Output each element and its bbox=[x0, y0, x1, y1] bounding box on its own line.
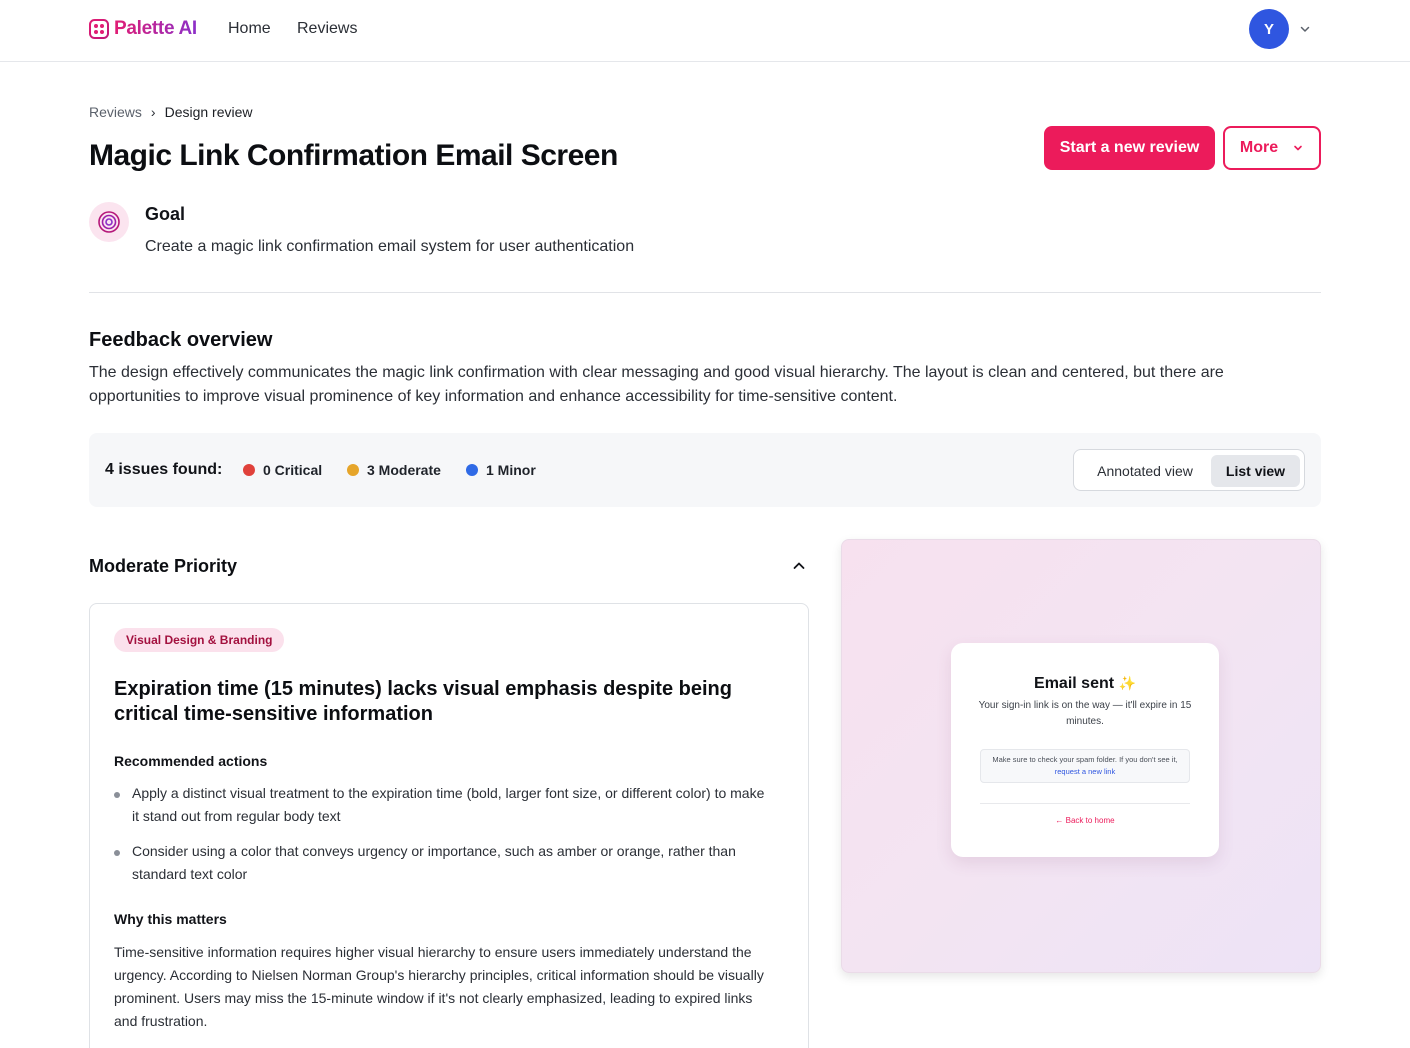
request-new-link[interactable]: request a new link bbox=[1055, 767, 1115, 776]
more-button-label: More bbox=[1239, 139, 1279, 156]
email-sent-title: Email sent ✨ bbox=[951, 673, 1219, 694]
feedback-overview-text: The design effectively communicates the … bbox=[89, 364, 1224, 405]
sparkle-icon: ✨ bbox=[1118, 675, 1136, 691]
brand-name: Palette AI bbox=[114, 18, 197, 39]
back-to-home-link[interactable]: ← Back to home bbox=[951, 815, 1219, 827]
moderate-priority-title: Moderate Priority bbox=[89, 556, 238, 576]
tab-annotated-view[interactable]: Annotated view bbox=[1079, 455, 1211, 487]
email-sent-card: Email sent ✨ Your sign-in link is on the… bbox=[951, 643, 1219, 857]
email-card-divider bbox=[980, 803, 1190, 804]
nav-link-reviews[interactable]: Reviews bbox=[297, 19, 357, 39]
list-item: Consider using a color that conveys urge… bbox=[114, 840, 774, 886]
chevron-down-icon[interactable] bbox=[1298, 22, 1312, 36]
minor-dot-icon bbox=[466, 464, 478, 476]
issues-count: 4 issues found: bbox=[105, 461, 223, 478]
chevron-down-icon bbox=[1294, 145, 1302, 151]
issue-title: Expiration time (15 minutes) lacks visua… bbox=[114, 678, 732, 725]
email-sent-title-text: Email sent bbox=[1034, 675, 1115, 692]
critical-dot-icon bbox=[243, 464, 255, 476]
breadcrumb: Reviews › Design review bbox=[89, 103, 253, 121]
design-preview[interactable]: Email sent ✨ Your sign-in link is on the… bbox=[841, 539, 1321, 973]
user-avatar[interactable]: Y bbox=[1249, 9, 1289, 49]
severity-minor-label: 1 Minor bbox=[486, 462, 536, 478]
email-sent-subtitle: Your sign-in link is on the way — it'll … bbox=[978, 700, 1192, 727]
bullet-icon bbox=[114, 850, 120, 856]
issues-summary-bar: 4 issues found: 0 Critical 3 Moderate 1 … bbox=[89, 433, 1321, 507]
palette-logo-icon bbox=[89, 19, 109, 39]
severity-moderate: 3 Moderate bbox=[347, 462, 441, 478]
more-menu-button[interactable]: More bbox=[1223, 126, 1321, 170]
recommended-actions-label: Recommended actions bbox=[114, 753, 268, 769]
severity-critical-label: 0 Critical bbox=[263, 462, 323, 478]
top-navigation: Palette AI Home Reviews Y bbox=[0, 0, 1410, 62]
action-text: Apply a distinct visual treatment to the… bbox=[132, 785, 765, 824]
bullet-icon bbox=[114, 792, 120, 798]
severity-moderate-label: 3 Moderate bbox=[367, 462, 441, 478]
target-icon bbox=[89, 202, 129, 242]
issue-card: Visual Design & Branding Expiration time… bbox=[89, 603, 809, 1048]
view-toggle: Annotated view List view bbox=[1073, 449, 1305, 491]
why-this-matters-text: Time-sensitive information requires high… bbox=[114, 944, 764, 1029]
chevron-up-icon[interactable] bbox=[790, 557, 808, 575]
goal-label: Goal bbox=[145, 204, 186, 224]
moderate-dot-icon bbox=[347, 464, 359, 476]
severity-critical: 0 Critical bbox=[243, 462, 322, 478]
nav-link-home[interactable]: Home bbox=[228, 19, 271, 39]
breadcrumb-reviews-link[interactable]: Reviews bbox=[89, 103, 142, 121]
goal-description: Create a magic link confirmation email s… bbox=[145, 238, 635, 255]
why-this-matters-label: Why this matters bbox=[114, 911, 227, 927]
brand-logo[interactable]: Palette AI bbox=[89, 18, 197, 40]
spam-folder-note: Make sure to check your spam folder. If … bbox=[980, 749, 1190, 783]
category-tag: Visual Design & Branding bbox=[114, 628, 285, 652]
spam-note-text: Make sure to check your spam folder. If … bbox=[992, 755, 1178, 764]
list-item: Apply a distinct visual treatment to the… bbox=[114, 782, 774, 828]
start-new-review-button[interactable]: Start a new review bbox=[1044, 126, 1215, 170]
recommended-actions-list: Apply a distinct visual treatment to the… bbox=[114, 782, 774, 898]
page-title: Magic Link Confirmation Email Screen bbox=[89, 139, 618, 172]
breadcrumb-separator: › bbox=[150, 104, 156, 120]
severity-minor: 1 Minor bbox=[466, 462, 536, 478]
tab-list-view[interactable]: List view bbox=[1211, 455, 1300, 487]
feedback-overview-title: Feedback overview bbox=[89, 329, 273, 351]
breadcrumb-current: Design review bbox=[164, 104, 253, 120]
section-divider bbox=[89, 292, 1321, 293]
action-text: Consider using a color that conveys urge… bbox=[132, 843, 736, 882]
